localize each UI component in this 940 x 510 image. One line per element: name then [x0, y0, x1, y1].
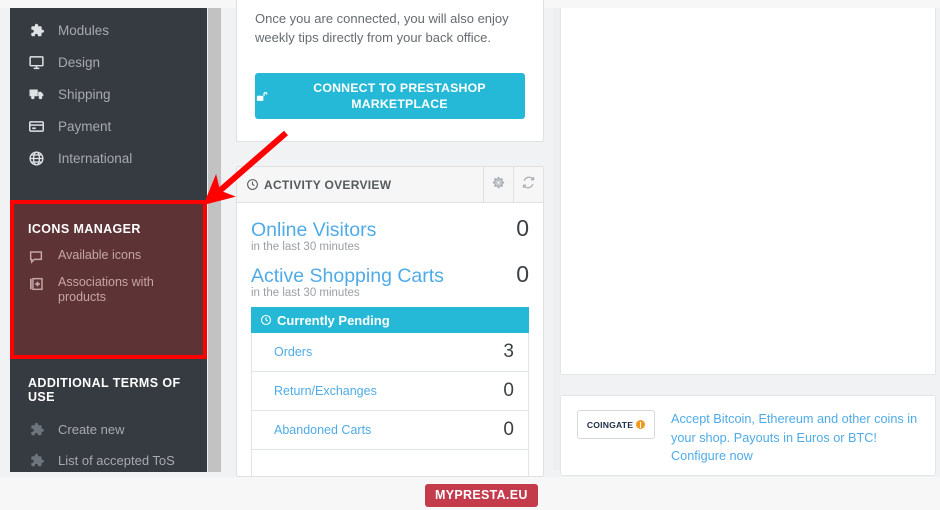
coingate-logo: COINGATE [577, 410, 655, 439]
sidebar-item-international[interactable]: International [10, 142, 207, 174]
table-row [252, 450, 528, 476]
scrollbar-thumb[interactable] [208, 8, 221, 472]
coingate-logo-text: COINGATE [586, 419, 634, 430]
refresh-icon [521, 175, 536, 195]
table-row: Orders 3 [252, 333, 528, 372]
stat-value: 0 [516, 215, 529, 241]
settings-button[interactable] [483, 167, 513, 202]
sidebar-item-label: Payment [58, 118, 112, 134]
stat-active-shopping-carts: Active Shopping Carts 0 [251, 261, 529, 288]
sidebar-item-list-of-accepted-tos[interactable]: List of accepted ToS [10, 445, 207, 476]
globe-icon [28, 150, 58, 167]
activity-overview-tools [483, 167, 543, 202]
marketplace-panel: Once you are connected, you will also en… [236, 0, 544, 142]
pending-row-value: 3 [503, 341, 514, 362]
sidebar-item-label: List of accepted ToS [58, 453, 175, 468]
clock-icon [260, 314, 272, 326]
table-row: Abandoned Carts 0 [252, 411, 528, 450]
sidebar-item-label: Associations with products [58, 275, 154, 304]
sidebar-item-shipping[interactable]: Shipping [10, 78, 207, 110]
gear-icon [491, 175, 506, 195]
sidebar-item-label: Create new [58, 422, 125, 437]
pending-list: Orders 3 Return/Exchanges 0 Abandoned Ca… [251, 333, 529, 476]
table-row: Return/Exchanges 0 [252, 372, 528, 411]
sidebar-item-create-new[interactable]: Create new [10, 414, 207, 445]
clock-icon [246, 178, 259, 191]
puzzle-icon [28, 421, 58, 438]
coingate-logo-mark [636, 420, 646, 429]
pending-row-value: 0 [503, 419, 514, 440]
sidebar-item-label: Available icons [58, 248, 142, 262]
sidebar-section-icons-manager: ICONS MANAGER Available icons Associatio… [10, 202, 207, 357]
activity-overview-title: ACTIVITY OVERVIEW [264, 177, 392, 192]
stat-label[interactable]: Active Shopping Carts [251, 265, 444, 288]
add-box-icon [28, 275, 58, 292]
connect-to-prestashop-marketplace-button[interactable]: CONNECT TO PRESTASHOP MARKETPLACE [255, 73, 525, 119]
right-empty-panel [560, 8, 936, 375]
screenshot-root: Modules Design Shipping Payment Internat… [0, 0, 940, 510]
currently-pending-label: Currently Pending [277, 312, 390, 328]
section-title-additional-terms: ADDITIONAL TERMS OF USE [28, 376, 181, 404]
sidebar-item-available-icons[interactable]: Available icons [10, 248, 207, 265]
sidebar-section-additional-terms: ADDITIONAL TERMS OF USE Create new List … [10, 362, 207, 476]
middle-column: Once you are connected, you will also en… [230, 0, 550, 477]
pending-row-value: 0 [503, 380, 514, 401]
activity-overview-header: ACTIVITY OVERVIEW [237, 167, 543, 203]
stat-sublabel: in the last 30 minutes [251, 287, 360, 299]
stat-online-visitors: Online Visitors 0 [251, 215, 529, 242]
refresh-button[interactable] [513, 167, 543, 202]
stat-value: 0 [516, 261, 529, 287]
stat-sublabel: in the last 30 minutes [251, 241, 360, 253]
marketplace-text: Once you are connected, you will also en… [255, 11, 509, 45]
coingate-promo-panel[interactable]: COINGATE Accept Bitcoin, Ethereum and ot… [560, 395, 936, 476]
section-title-icons-manager: ICONS MANAGER [28, 222, 141, 236]
credit-card-icon [28, 118, 58, 135]
comment-icon [28, 248, 58, 265]
sidebar-item-label: Modules [58, 22, 110, 38]
right-column-gutter [553, 8, 560, 470]
sidebar-item-modules[interactable]: Modules [10, 14, 207, 46]
sidebar-item-label: International [58, 150, 133, 166]
currently-pending-header: Currently Pending [251, 307, 529, 333]
monitor-icon [28, 54, 58, 71]
unlock-icon [255, 90, 268, 103]
pending-row-label[interactable]: Orders [274, 345, 312, 359]
right-column: COINGATE Accept Bitcoin, Ethereum and ot… [553, 0, 940, 477]
sidebar-item-design[interactable]: Design [10, 46, 207, 78]
sidebar-item-label: Shipping [58, 86, 111, 102]
activity-overview-body: Online Visitors 0 in the last 30 minutes… [237, 203, 543, 476]
activity-overview-panel: ACTIVITY OVERVIEW Online Visitors 0 in t… [236, 166, 544, 477]
mypresta-badge: MYPRESTA.EU [425, 484, 538, 507]
puzzle-icon [28, 22, 58, 39]
pending-row-label[interactable]: Return/Exchanges [274, 384, 377, 398]
coingate-message[interactable]: Accept Bitcoin, Ethereum and other coins… [671, 410, 919, 466]
truck-icon [28, 85, 58, 103]
sidebar-item-payment[interactable]: Payment [10, 110, 207, 142]
sidebar-nav-list: Modules Design Shipping Payment Internat… [10, 8, 207, 174]
sidebar-item-associations-with-products[interactable]: Associations with products [10, 275, 207, 305]
puzzle-icon [28, 452, 58, 469]
stat-label[interactable]: Online Visitors [251, 219, 376, 242]
connect-button-label: CONNECT TO PRESTASHOP MARKETPLACE [313, 81, 486, 111]
activity-overview-title-wrap: ACTIVITY OVERVIEW [237, 178, 391, 192]
sidebar-item-label: Design [58, 54, 101, 70]
pending-row-label[interactable]: Abandoned Carts [274, 423, 371, 437]
